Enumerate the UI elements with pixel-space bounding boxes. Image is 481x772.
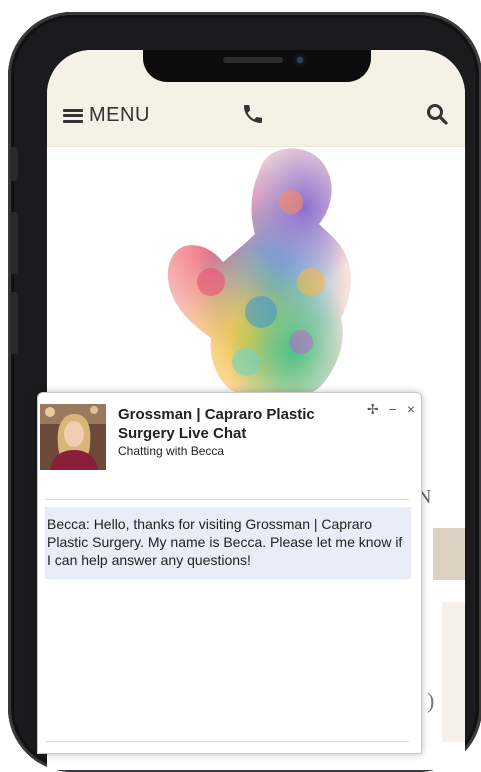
camera-icon xyxy=(293,53,307,67)
partial-section-background xyxy=(442,602,465,742)
speaker-grille xyxy=(223,57,283,63)
partial-text: ) xyxy=(427,688,435,713)
menu-button[interactable]: MENU xyxy=(63,104,150,127)
live-chat-window[interactable]: Grossman | Capraro Plastic Surgery Live … xyxy=(37,392,422,754)
partial-button xyxy=(433,528,465,580)
volume-down-button xyxy=(10,292,18,354)
hamburger-icon xyxy=(63,108,83,123)
move-icon[interactable]: ✢ xyxy=(367,401,379,418)
agent-avatar xyxy=(40,404,106,470)
mute-switch xyxy=(10,147,18,181)
phone-notch xyxy=(143,50,371,82)
close-icon[interactable]: × xyxy=(407,401,415,418)
chat-divider xyxy=(45,499,409,500)
chat-subtitle: Chatting with Becca xyxy=(118,444,225,458)
chat-input-divider xyxy=(45,741,409,742)
volume-up-button xyxy=(10,212,18,274)
watercolor-figure-image xyxy=(167,148,351,401)
search-icon[interactable] xyxy=(425,102,449,126)
phone-icon[interactable] xyxy=(241,102,265,126)
chat-message: Becca: Hello, thanks for visiting Grossm… xyxy=(45,507,411,579)
minimize-icon[interactable]: − xyxy=(389,401,397,418)
chat-title: Grossman | Capraro Plastic Surgery Live … xyxy=(118,406,315,442)
menu-label: MENU xyxy=(89,104,150,126)
chat-controls: ✢ − × xyxy=(367,401,415,418)
